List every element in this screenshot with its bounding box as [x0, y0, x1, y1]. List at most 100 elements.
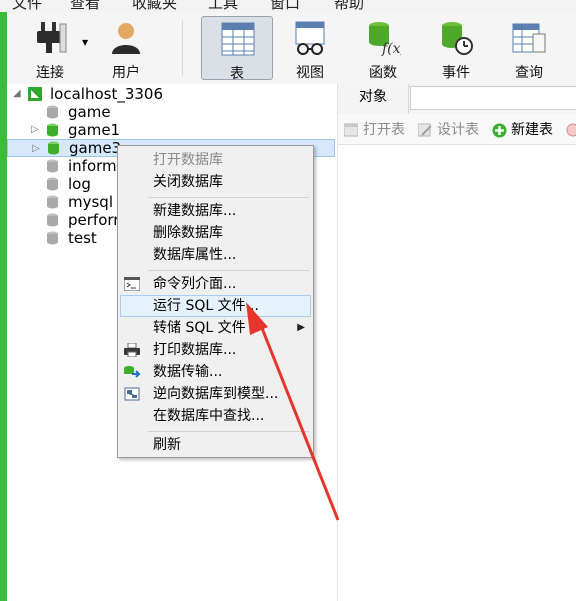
- menu-help[interactable]: 帮助: [334, 0, 364, 12]
- function-button[interactable]: f(x) 函数: [347, 16, 419, 81]
- toolbar-separator: [182, 20, 183, 76]
- menu-dump-sql-file[interactable]: 转储 SQL 文件 ▶: [120, 317, 311, 339]
- connect-button[interactable]: 连接 ▼: [14, 16, 88, 81]
- query-icon: [512, 23, 546, 53]
- db-name: game1: [68, 121, 121, 139]
- menu-refresh[interactable]: 刷新: [120, 434, 311, 456]
- console-icon: [124, 277, 140, 291]
- menu-open-database[interactable]: 打开数据库: [120, 149, 311, 171]
- database-icon: [47, 177, 58, 191]
- menu-data-transfer[interactable]: 数据传输...: [120, 361, 311, 383]
- collapsed-arrow-icon[interactable]: ▷: [32, 140, 40, 158]
- connection-icon: [28, 87, 42, 101]
- new-table-label: 新建表: [511, 122, 553, 138]
- menu-delete-database[interactable]: 删除数据库: [120, 222, 311, 244]
- user-button[interactable]: 用户: [90, 16, 162, 81]
- menu-print-database[interactable]: 打印数据库...: [120, 339, 311, 361]
- tree-connection[interactable]: ◢ localhost_3306: [11, 85, 311, 103]
- design-table-label: 设计表: [437, 122, 479, 138]
- menu-label: 打印数据库...: [153, 342, 237, 358]
- menu-file[interactable]: 文件: [12, 0, 42, 12]
- object-toolbar: 打开表 设计表 新建表: [338, 114, 576, 145]
- table-button[interactable]: 表: [201, 16, 273, 82]
- menu-separator: [148, 431, 309, 432]
- tree-db-game1[interactable]: ▷ game1: [27, 121, 311, 139]
- menu-label: 数据库属性...: [153, 247, 237, 263]
- menu-window[interactable]: 窗口: [270, 0, 300, 12]
- menu-new-database[interactable]: 新建数据库...: [120, 200, 311, 222]
- menu-find-in-database[interactable]: 在数据库中查找...: [120, 405, 311, 427]
- chevron-down-icon[interactable]: ▼: [82, 38, 88, 47]
- menu-label: 关闭数据库: [153, 174, 223, 190]
- open-table-icon: [344, 123, 358, 137]
- view-icon: [295, 21, 325, 55]
- db-name: game: [68, 103, 111, 121]
- design-table-icon: [418, 123, 432, 137]
- object-tabbar: 对象: [338, 84, 576, 115]
- menu-label: 数据传输...: [153, 364, 223, 380]
- menu-label: 转储 SQL 文件: [153, 320, 246, 336]
- delete-table-icon[interactable]: [566, 123, 576, 137]
- main-toolbar: 连接 ▼ 用户 表 视图 f(x 函数 事件 查询: [0, 12, 576, 85]
- menu-favorites[interactable]: 收藏夹: [132, 0, 177, 12]
- menubar: 文件 查看 收藏夹 工具 窗口 帮助: [0, 0, 576, 12]
- table-label: 表: [230, 66, 244, 82]
- expanded-arrow-icon[interactable]: ◢: [13, 85, 21, 103]
- query-label: 查询: [515, 65, 543, 81]
- menu-label: 刷新: [153, 437, 181, 453]
- db-name: log: [68, 175, 91, 193]
- submenu-arrow-icon: ▶: [297, 322, 305, 333]
- menu-separator: [148, 270, 309, 271]
- menu-label: 新建数据库...: [153, 203, 237, 219]
- tree-db-game[interactable]: game: [41, 103, 311, 121]
- menu-database-properties[interactable]: 数据库属性...: [120, 244, 311, 266]
- menu-label: 运行 SQL 文件...: [153, 298, 259, 314]
- event-icon: [442, 22, 473, 55]
- db-name: test: [68, 229, 97, 247]
- db-name: perforr: [68, 211, 120, 229]
- transfer-icon: [124, 366, 140, 378]
- collapsed-arrow-icon[interactable]: ▷: [31, 121, 39, 139]
- event-label: 事件: [442, 65, 470, 81]
- event-button[interactable]: 事件: [420, 16, 492, 81]
- database-icon: [47, 231, 58, 245]
- db-name: mysql: [68, 193, 113, 211]
- db-name: inform: [68, 157, 117, 175]
- svg-text:f(x): f(x): [381, 41, 401, 56]
- add-icon: [492, 123, 507, 138]
- menu-close-database[interactable]: 关闭数据库: [120, 171, 311, 193]
- menu-view[interactable]: 查看: [70, 0, 100, 12]
- window-accent-bar: [0, 12, 7, 601]
- view-button[interactable]: 视图: [274, 16, 346, 81]
- database-icon: [48, 141, 59, 155]
- menu-label: 打开数据库: [153, 152, 223, 168]
- database-icon: [47, 105, 58, 119]
- menu-reverse-to-model[interactable]: 逆向数据库到模型...: [120, 383, 311, 405]
- tab-strip-area: [410, 86, 576, 110]
- menu-label: 逆向数据库到模型...: [153, 386, 279, 402]
- db-name: game3: [69, 139, 122, 157]
- printer-icon: [124, 343, 140, 357]
- menu-label: 命令列介面...: [153, 276, 237, 292]
- database-icon: [47, 213, 58, 227]
- connection-name: localhost_3306: [50, 85, 164, 103]
- database-icon: [47, 159, 58, 173]
- view-label: 视图: [296, 65, 324, 81]
- function-label: 函数: [369, 65, 397, 81]
- model-icon: [124, 387, 140, 401]
- function-icon: f(x): [369, 22, 401, 56]
- query-button[interactable]: 查询: [493, 16, 565, 81]
- tab-objects[interactable]: 对象: [338, 84, 409, 114]
- menu-label: 在数据库中查找...: [153, 408, 265, 424]
- database-icon: [47, 195, 58, 209]
- table-icon: [221, 22, 255, 56]
- menu-tools[interactable]: 工具: [208, 0, 238, 12]
- menu-separator: [148, 197, 309, 198]
- menu-command-line[interactable]: 命令列介面...: [120, 273, 311, 295]
- user-label: 用户: [112, 65, 140, 81]
- menu-run-sql-file[interactable]: 运行 SQL 文件...: [120, 295, 311, 317]
- user-icon: [112, 23, 140, 54]
- database-context-menu: 打开数据库 关闭数据库 新建数据库... 删除数据库 数据库属性... 命令列介…: [117, 145, 314, 458]
- database-icon: [47, 123, 58, 137]
- menu-label: 删除数据库: [153, 225, 223, 241]
